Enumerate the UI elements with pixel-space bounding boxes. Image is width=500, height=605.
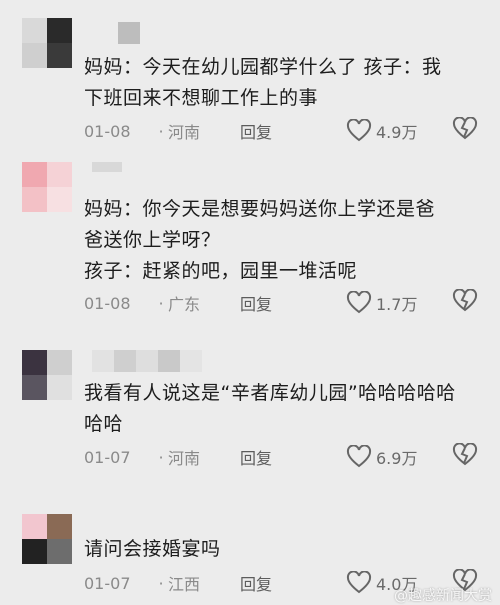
comment-meta: 01-08 · 广东 回复 1.7万 [84,288,484,318]
like-count: 4.9万 [376,123,418,142]
comment-text-line: 爸送你上学呀？ [84,229,221,251]
dislike-button[interactable] [452,116,478,145]
comment-meta: 01-08 · 河南 回复 4.9万 [84,116,484,146]
comment-text: 我看有人说这是“辛者库幼儿园”哈哈哈哈哈 哈哈 [84,378,482,440]
comment-location: 江西 [168,575,201,594]
like-count: 1.7万 [376,295,418,314]
comment-location: 广东 [168,295,201,314]
broken-heart-icon [452,116,478,140]
watermark: @趣感新闻大赏 [394,588,492,604]
heart-icon [346,119,372,142]
comment-text: 妈妈：今天在幼儿园都学什么了 孩子：我 下班回来不想聊工作上的事 [84,52,482,114]
reply-button[interactable]: 回复 [240,571,300,595]
username-blurred[interactable] [92,350,202,372]
comment-date: 01-07 [84,573,131,593]
dislike-button[interactable] [452,288,478,317]
username-blurred[interactable] [118,22,140,44]
comment-date: 01-08 [84,121,131,141]
avatar[interactable] [22,162,72,212]
dislike-button[interactable] [452,442,478,471]
reply-button[interactable]: 回复 [240,291,300,315]
meta-separator: · [158,121,164,141]
meta-separator: · [158,447,164,467]
comment-text-line: 哈哈 [84,413,124,435]
broken-heart-icon [452,442,478,466]
comment-text-line: 妈妈：你今天是想要妈妈送你上学还是爸 [84,198,436,220]
comment-date: 01-07 [84,447,131,467]
comment-text: 请问会接婚宴吗 [84,534,482,565]
comment-text-line: 孩子：赶紧的吧，园里一堆活呢 [84,260,358,282]
comment-text-line: 我看有人说这是“辛者库幼儿园”哈哈哈哈哈 [84,382,456,404]
heart-icon [346,291,372,314]
avatar[interactable] [22,18,72,68]
comment-text-line: 妈妈：今天在幼儿园都学什么了 孩子：我 [84,56,442,78]
comment-meta: 01-07 · 河南 回复 6.9万 [84,442,484,472]
heart-icon [346,445,372,468]
comment-date: 01-08 [84,293,131,313]
broken-heart-icon [452,288,478,312]
avatar[interactable] [22,350,72,400]
like-button[interactable]: 4.9万 [346,119,417,143]
reply-button[interactable]: 回复 [240,445,300,469]
comment-text: 妈妈：你今天是想要妈妈送你上学还是爸 爸送你上学呀？ 孩子：赶紧的吧，园里一堆活… [84,194,482,287]
meta-separator: · [158,573,164,593]
comment-text-line: 下班回来不想聊工作上的事 [84,87,319,109]
like-count: 6.9万 [376,449,418,468]
like-button[interactable]: 6.9万 [346,445,417,469]
avatar[interactable] [22,514,72,564]
meta-separator: · [158,293,164,313]
comment-location: 河南 [168,449,201,468]
heart-icon [346,571,372,594]
like-button[interactable]: 1.7万 [346,291,417,315]
reply-button[interactable]: 回复 [240,119,300,143]
comment-location: 河南 [168,123,201,142]
username-blurred[interactable] [92,162,122,184]
comment-text-line: 请问会接婚宴吗 [84,538,221,560]
